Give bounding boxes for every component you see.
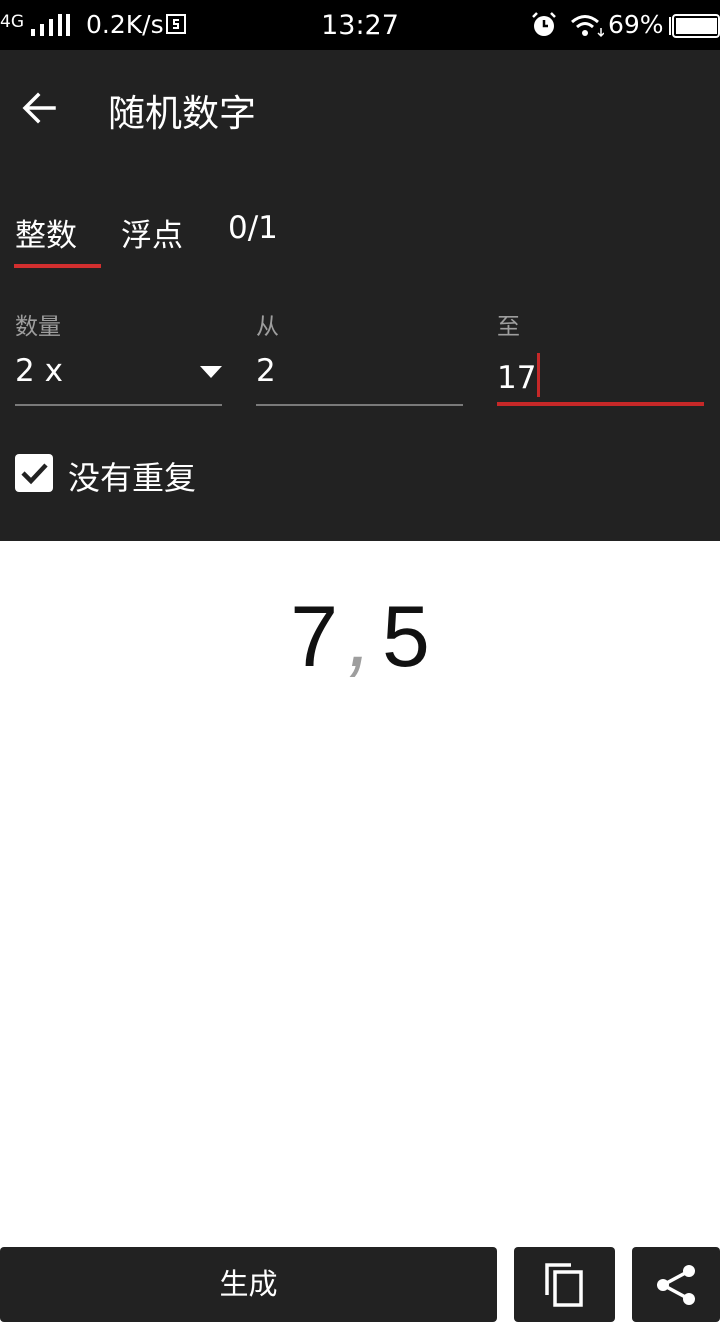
to-input[interactable]: 17 <box>497 353 541 397</box>
result-value: 7 <box>290 589 339 685</box>
tab-binary[interactable]: 0/1 <box>228 210 278 246</box>
battery-percent: 69% <box>608 10 664 39</box>
alarm-icon <box>532 12 556 36</box>
arrow-left-icon[interactable] <box>20 88 60 128</box>
quantity-underline <box>15 404 222 406</box>
page-title: 随机数字 <box>108 92 256 135</box>
status-bar: 4G 0.2K/s 13:27 69% <box>0 0 720 50</box>
from-label: 从 <box>256 314 279 340</box>
to-underline <box>497 402 704 406</box>
no-repeat-checkbox[interactable] <box>15 454 53 492</box>
dropdown-arrow-icon[interactable] <box>200 366 222 378</box>
share-icon <box>657 1265 695 1305</box>
quantity-select[interactable]: 2 x <box>15 353 63 389</box>
to-label: 至 <box>497 314 520 340</box>
tab-indicator <box>14 264 101 268</box>
quantity-label: 数量 <box>15 314 61 340</box>
result-value: 5 <box>381 589 430 685</box>
battery-icon <box>669 14 720 38</box>
result-display: 7,5 <box>0 588 720 687</box>
from-underline <box>256 404 463 406</box>
no-repeat-label: 没有重复 <box>68 459 197 497</box>
tab-float[interactable]: 浮点 <box>121 210 183 255</box>
header-panel: 随机数字 整数 浮点 0/1 数量 2 x 从 2 至 17 没有重复 <box>0 50 720 541</box>
copy-icon <box>545 1263 583 1307</box>
tab-integer[interactable]: 整数 <box>15 210 77 255</box>
checkmark-icon <box>21 463 48 485</box>
share-button[interactable] <box>632 1247 720 1322</box>
to-input-value: 17 <box>497 360 537 396</box>
generate-button-label: 生成 <box>219 1267 278 1301</box>
result-separator: , <box>348 589 372 685</box>
copy-button[interactable] <box>514 1247 615 1322</box>
generate-button[interactable]: 生成 <box>0 1247 497 1322</box>
text-cursor <box>537 353 541 397</box>
wifi-icon <box>571 15 604 38</box>
from-input[interactable]: 2 <box>256 353 276 389</box>
